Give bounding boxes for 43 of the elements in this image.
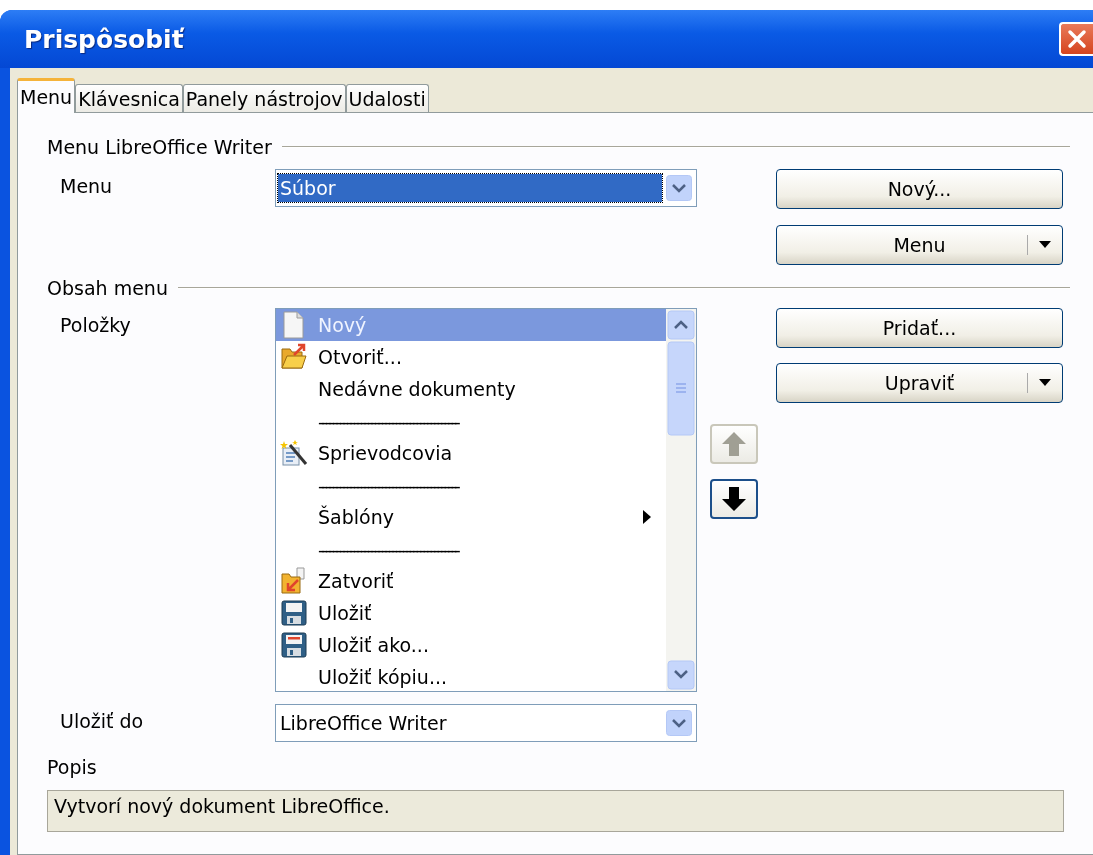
list-item[interactable]: ---------------------------------------- <box>276 405 666 437</box>
button[interactable]: Upraviť <box>776 363 1063 403</box>
close-button[interactable] <box>1059 22 1093 56</box>
section-heading: Menu LibreOffice Writer <box>47 136 272 158</box>
tab[interactable]: Udalosti <box>345 84 429 112</box>
list-item[interactable]: ---------------------------------------- <box>276 533 666 565</box>
folder-arrow-icon <box>280 343 308 371</box>
folder-arrow-icon <box>280 567 308 595</box>
field-label: Popis <box>47 756 98 780</box>
field-label: Uložiť do <box>59 709 145 734</box>
section-heading: Obsah menu <box>47 277 168 299</box>
dropdown[interactable]: Súbor <box>275 169 697 207</box>
chevron-down-icon <box>666 175 692 201</box>
tab[interactable]: Klávesnica <box>75 84 183 112</box>
list-item[interactable]: ---------------------------------------- <box>276 469 666 501</box>
move-button[interactable] <box>710 479 758 519</box>
list-item[interactable]: Uložiť kópiu... <box>276 661 666 691</box>
list-item[interactable]: Zatvoriť <box>276 565 666 597</box>
dropdown[interactable]: LibreOffice Writer <box>275 704 697 742</box>
chevron-down-icon <box>666 710 692 736</box>
list-item[interactable]: Uložiť <box>276 597 666 629</box>
field-label: Menu <box>59 174 114 199</box>
list-item[interactable]: Uložiť ako... <box>276 629 666 661</box>
button[interactable]: Menu <box>776 225 1063 265</box>
list-item[interactable]: Nedávne dokumenty <box>276 373 666 405</box>
field-label: Položky <box>59 313 132 338</box>
list-item[interactable]: Šablóny <box>276 501 666 533</box>
window-title: Prispôsobiť <box>24 24 184 54</box>
close-icon <box>1067 29 1087 49</box>
wand-icon <box>280 439 308 467</box>
arrow-down-icon <box>720 485 748 513</box>
list-item[interactable]: Sprievodcovia <box>276 437 666 469</box>
button[interactable]: Pridať... <box>776 308 1063 348</box>
tab[interactable]: Menu <box>17 78 76 113</box>
tab[interactable]: Panely nástrojov <box>182 84 346 112</box>
list-item[interactable]: Otvoriť... <box>276 341 666 373</box>
caret-icon <box>1039 241 1051 249</box>
caret-icon <box>1039 379 1051 387</box>
list-box[interactable] <box>275 308 697 692</box>
description-box: Vytvorí nový dokument LibreOffice. <box>47 790 1064 832</box>
arrow-up-icon <box>720 430 748 458</box>
submenu-arrow-icon <box>642 509 652 525</box>
button[interactable]: Nový... <box>776 169 1063 209</box>
